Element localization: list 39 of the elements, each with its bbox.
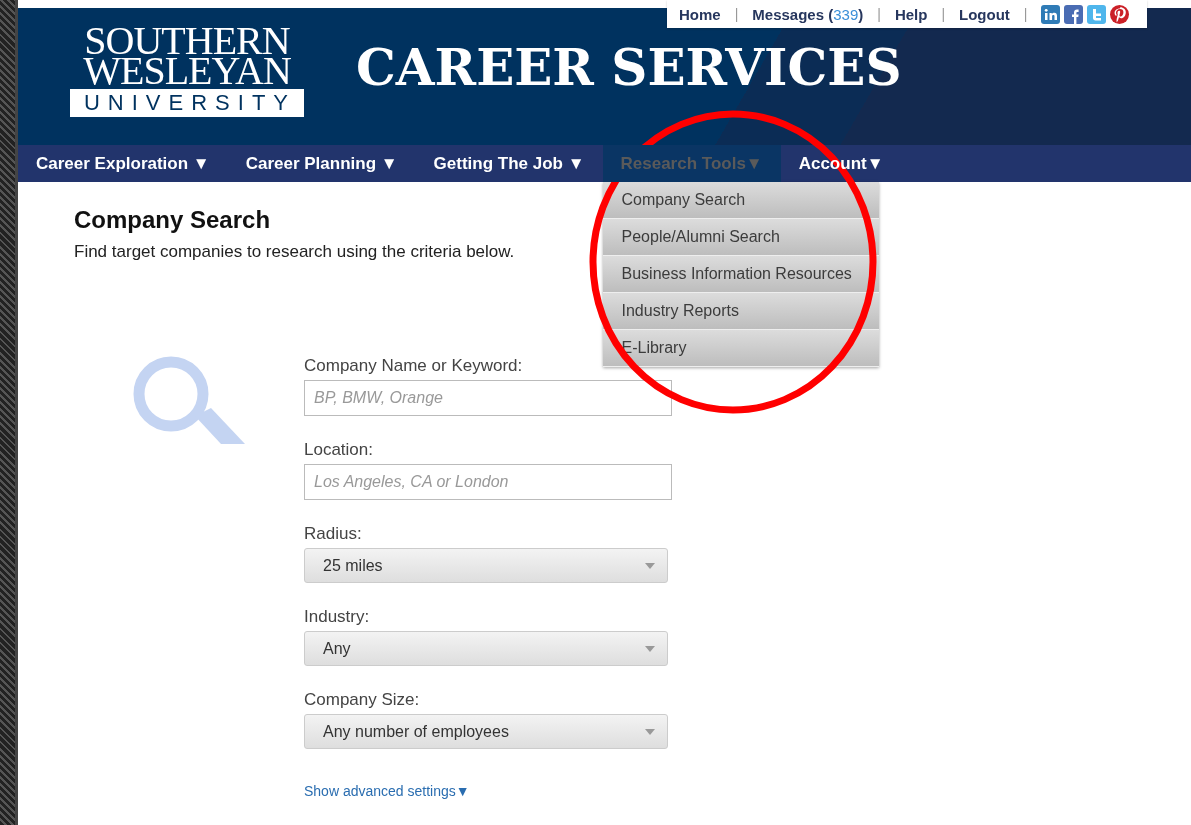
intro-text: Find target companies to research using the criteria below. <box>74 242 516 262</box>
advanced-settings-link[interactable]: Show advanced settings▼ <box>304 783 672 799</box>
facebook-icon[interactable] <box>1064 4 1084 24</box>
nav-item[interactable]: Career Planning ▼ <box>227 145 416 182</box>
dropdown-item[interactable]: Company Search <box>602 182 879 219</box>
field-label: Company Size: <box>304 690 420 710</box>
page-heading: Company Search <box>74 206 272 234</box>
input-field[interactable]: Los Angeles, CA or London <box>304 464 672 500</box>
field-label: Company Name or Keyword: <box>304 356 523 376</box>
top-link[interactable]: Help <box>894 5 928 23</box>
dropdown-item[interactable]: E-Library <box>602 330 879 367</box>
logo-subtitle: UNIVERSITY <box>70 89 304 117</box>
field-label: Radius: <box>304 524 362 544</box>
field-label: Location: <box>304 440 373 460</box>
top-link[interactable]: Messages (339) <box>752 5 864 23</box>
top-link[interactable]: Logout <box>959 5 1010 23</box>
caret-icon <box>645 562 655 569</box>
dropdown-item[interactable]: People/Alumni Search <box>602 219 879 256</box>
logo-text: SOUTHERN <box>84 26 290 56</box>
link-separator: | <box>1023 6 1028 22</box>
top-link[interactable]: Home <box>679 5 721 23</box>
select-field[interactable]: 25 miles <box>304 548 668 583</box>
nav-item[interactable]: Career Exploration ▼ <box>18 145 228 182</box>
select-field[interactable]: Any number of employees <box>304 714 668 749</box>
link-separator: | <box>941 6 946 22</box>
field-label: Industry: <box>304 607 370 627</box>
link-separator: | <box>734 6 739 22</box>
dropdown-item[interactable]: Business Information Resources <box>602 256 879 293</box>
linkedin-icon[interactable] <box>1041 4 1061 24</box>
nav-item[interactable]: Getting The Job ▼ <box>415 145 603 182</box>
select-field[interactable]: Any <box>304 631 668 666</box>
caret-icon <box>645 728 655 735</box>
caret-icon <box>645 645 655 652</box>
link-separator: | <box>877 6 881 22</box>
logo-text: WESLEYAN <box>82 56 292 86</box>
pinterest-icon[interactable] <box>1110 4 1130 24</box>
input-field[interactable]: BP, BMW, Orange <box>304 380 672 416</box>
dropdown-item[interactable]: Industry Reports <box>602 293 879 330</box>
site-title: CAREER SERVICES <box>356 38 902 97</box>
